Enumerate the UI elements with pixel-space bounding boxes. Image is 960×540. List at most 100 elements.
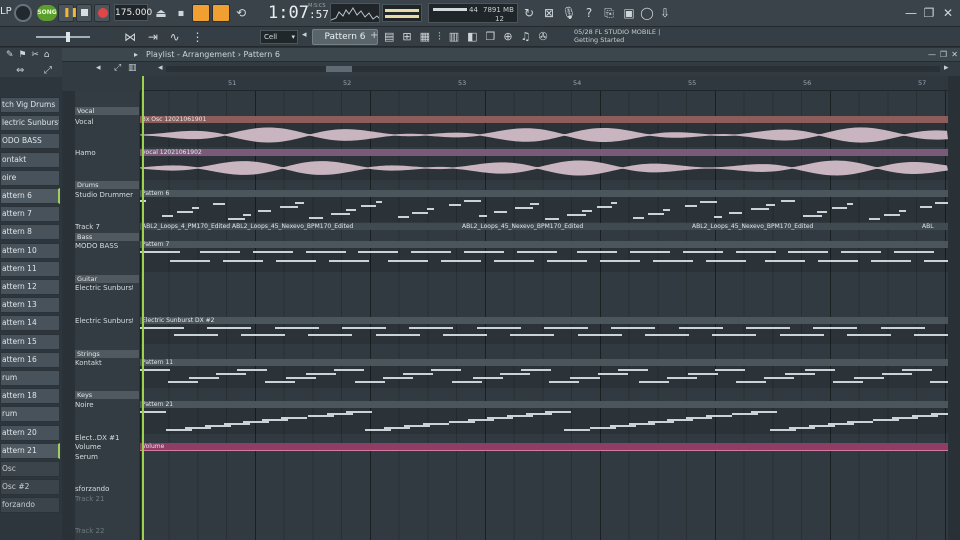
channel-button[interactable]: attern 7 — [0, 206, 60, 223]
track-header-hamo[interactable]: Hamo — [75, 149, 133, 157]
track-group-keys[interactable]: Keys — [75, 391, 139, 399]
track-header-modo-bass[interactable]: MODO BASS — [75, 242, 133, 250]
channel-button[interactable]: attern 8 — [0, 224, 60, 241]
channel-button[interactable]: ODO BASS — [0, 133, 60, 150]
channel-button[interactable]: lectric Sunburst DX — [0, 115, 60, 132]
microphone-icon[interactable]: 🎙 — [560, 4, 578, 22]
horizontal-scroll[interactable] — [166, 66, 940, 72]
channel-button[interactable]: tch Vig Drums — [0, 97, 60, 113]
master-knob[interactable] — [14, 4, 32, 22]
master-pitch-slider[interactable] — [36, 32, 90, 42]
song-mode-toggle[interactable]: SONG — [37, 5, 57, 21]
step-edit-button[interactable] — [212, 4, 230, 22]
zoom-left-icon[interactable]: ◂ — [158, 63, 163, 73]
track-header-serum[interactable]: Serum — [75, 453, 133, 461]
menu-fragment[interactable]: LP — [0, 6, 12, 17]
playlist-grid[interactable]: 3x Osc 12021061901 vocal 12021061902 Patte… — [140, 91, 960, 540]
chat-icon[interactable]: ◯ — [638, 4, 656, 22]
close-icon[interactable]: ✕ — [940, 4, 956, 22]
channel-button[interactable]: Osc #2 — [0, 479, 60, 496]
pattern-21-clip[interactable]: Pattern 21 — [140, 401, 948, 408]
vocal-audio-clip[interactable]: 3x Osc 12021061901 — [140, 116, 948, 123]
channel-button[interactable]: rum — [0, 370, 60, 386]
channel-button[interactable]: attern 12 — [0, 279, 60, 295]
news-panel[interactable]: 05/28 FL STUDIO MOBILE | Getting Started — [574, 28, 670, 46]
channel-button[interactable]: ontakt — [0, 151, 60, 168]
window-shortcuts[interactable]: ▤⊞▦⫶▥◧❐⊕♫✇ — [384, 29, 572, 45]
channel-button[interactable]: attern 21 — [0, 442, 60, 459]
channel-button[interactable]: attern 13 — [0, 297, 60, 314]
loop-clip[interactable]: ABL2_Loops_45_Nexevo_BPM170_Edited — [690, 223, 920, 230]
stop-button[interactable] — [76, 4, 92, 22]
restore-icon[interactable]: ❐ — [921, 4, 937, 22]
pattern-7-clip[interactable]: Pattern 7 — [140, 241, 948, 248]
track-header-track22[interactable]: Track 22 — [75, 527, 133, 535]
loop-clip[interactable]: ABL2_Loops_45_Nexevo_BPM170_Edited — [230, 223, 460, 230]
track-header-vocal[interactable]: Vocal — [75, 118, 133, 126]
playlist-menu-icon[interactable]: ▸ — [134, 48, 138, 61]
metronome-icon[interactable]: ⏏ — [152, 4, 170, 22]
vertical-scrollbar[interactable] — [948, 76, 960, 540]
playlist-close-icon[interactable]: ✕ — [951, 48, 958, 61]
help-icon[interactable]: ? — [580, 4, 598, 22]
tool-icons-group[interactable]: ⋈ ⇥ ∿ ⋮ — [124, 29, 252, 45]
track-group-vocal[interactable]: Vocal — [75, 107, 139, 115]
play-button[interactable]: ❚❚ — [58, 4, 78, 22]
prev-pattern-button[interactable]: ◂ — [302, 30, 307, 40]
playlist-min-icon[interactable]: — — [928, 48, 936, 61]
channel-button[interactable]: attern 15 — [0, 333, 60, 350]
channel-button[interactable]: attern 18 — [0, 388, 60, 405]
wait-record-icon[interactable]: ⏹ — [172, 4, 190, 22]
pattern-11-clip[interactable]: Pattern 11 — [140, 359, 948, 366]
track-header-noire[interactable]: Noire — [75, 401, 133, 409]
channel-button[interactable]: attern 14 — [0, 315, 60, 332]
record-button[interactable] — [94, 4, 110, 22]
track-group-strings[interactable]: Strings — [75, 350, 139, 358]
channel-button[interactable]: oire — [0, 169, 60, 186]
loop-record-icon[interactable]: ⟲ — [232, 4, 250, 22]
save-icon[interactable]: ▣ — [620, 4, 638, 22]
track-header-kontakt[interactable]: Kontakt — [75, 359, 133, 367]
track-header-electric2[interactable]: Electric Sunburst DX #2 — [75, 317, 133, 325]
track-group-guitar[interactable]: Guitar — [75, 275, 139, 283]
channel-tool-icons[interactable]: ✎ ⚑ ✂ ⌂ — [6, 50, 50, 60]
countdown-button[interactable] — [192, 4, 210, 22]
volume-automation-clip[interactable]: Volume — [140, 443, 948, 450]
track-header-sforzando[interactable]: sforzando — [75, 485, 133, 493]
channel-button[interactable]: Osc — [0, 461, 60, 477]
export-icon[interactable]: ⇩ — [656, 4, 674, 22]
tempo-display[interactable]: 175.000 — [114, 4, 152, 21]
loop-clip[interactable]: ABL2_Loops_45_Nexevo_BPM170_Edited — [460, 223, 690, 230]
track-group-bass[interactable]: Bass — [75, 233, 139, 241]
timeline-ruler[interactable]: 51 52 53 54 55 56 57 — [140, 76, 948, 91]
channel-button[interactable]: forzando — [0, 497, 60, 514]
mixer-icon[interactable]: ⊠ — [540, 4, 558, 22]
add-pattern-button[interactable]: + — [370, 30, 378, 41]
channel-button[interactable]: attern 10 — [0, 242, 60, 259]
zoom-right-icon[interactable]: ▸ — [944, 63, 949, 73]
playlist-restore-icon[interactable]: ❐ — [940, 48, 947, 61]
playhead[interactable] — [142, 76, 144, 540]
track-header-track21[interactable]: Track 21 — [75, 495, 133, 503]
track-group-drums[interactable]: Drums — [75, 181, 139, 189]
channel-button[interactable]: attern 20 — [0, 424, 60, 441]
track-header-volume[interactable]: Volume — [75, 443, 133, 451]
pattern-6-clip[interactable]: Pattern 6 — [140, 190, 948, 197]
snap-magnet-icon[interactable]: ◂ — [96, 63, 101, 73]
channel-button[interactable]: attern 6 — [0, 188, 60, 204]
undo-icon[interactable]: ↻ — [520, 4, 538, 22]
channel-button[interactable]: attern 16 — [0, 351, 60, 368]
snap-select[interactable]: Cell ▾ — [260, 30, 298, 44]
arrow-drag-icon[interactable]: ⇔ — [16, 65, 24, 76]
track-header-track7[interactable]: Track 7 — [75, 223, 133, 231]
track-header-elect-auto[interactable]: Elect..DX #1 — [75, 434, 133, 442]
pattern-selector[interactable]: Pattern 6 — [312, 29, 378, 45]
expand-tracks-icon[interactable]: ⤢ — [114, 63, 121, 73]
picker-icon[interactable]: ▥ — [128, 63, 137, 73]
track-header-electric1[interactable]: Electric Sunburst DX — [75, 284, 133, 292]
minimize-icon[interactable]: — — [903, 4, 919, 22]
browser-icon[interactable]: ⎘ — [600, 4, 618, 22]
expand-icon[interactable]: ⤢ — [44, 65, 52, 76]
track-header-studio-drummer[interactable]: Studio Drummer — [75, 191, 133, 199]
channel-button[interactable]: rum — [0, 406, 60, 423]
